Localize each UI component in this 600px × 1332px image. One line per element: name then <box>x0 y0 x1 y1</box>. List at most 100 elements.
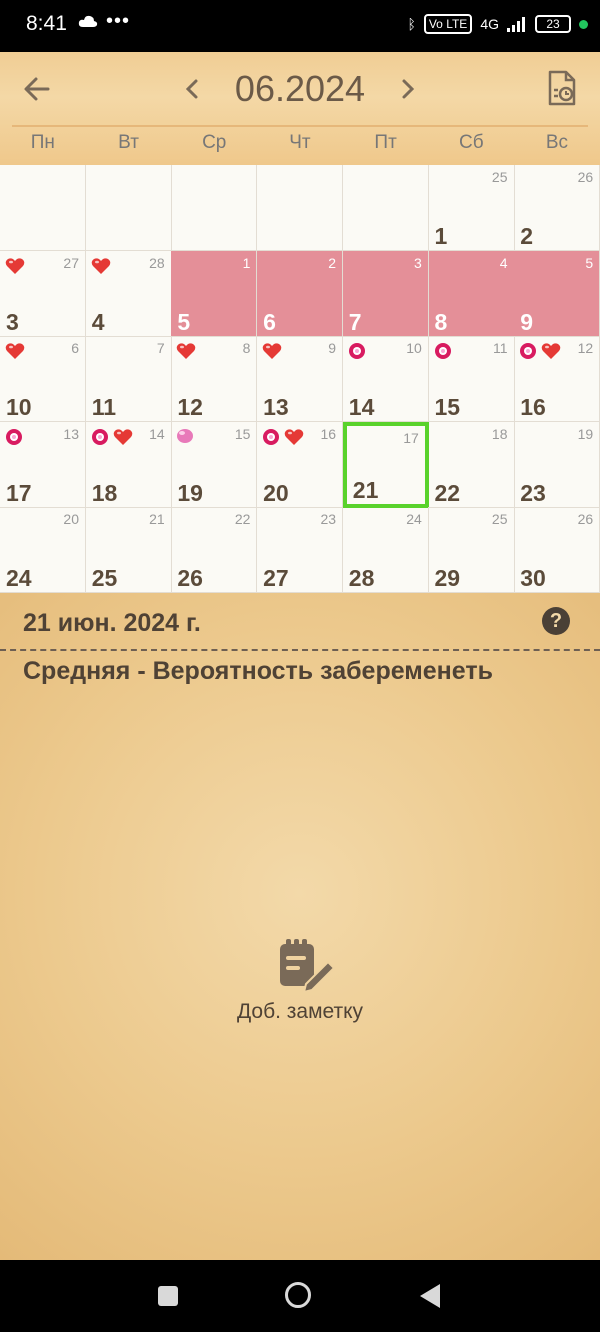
calendar-day[interactable] <box>85 165 172 251</box>
privacy-dot-icon <box>579 19 588 29</box>
month-title[interactable]: 06.2024 <box>210 68 390 110</box>
calendar-day[interactable]: 18 22 <box>428 421 515 508</box>
day-number: 7 <box>348 308 362 335</box>
day-icons <box>5 342 25 360</box>
calendar-day[interactable]: 11 15 <box>428 336 515 423</box>
flower-icon <box>520 343 537 360</box>
day-number: 15 <box>434 394 461 421</box>
calendar-day[interactable]: 59 <box>514 250 600 337</box>
day-number: 4 <box>91 308 105 335</box>
calendar-day[interactable]: 9 13 <box>257 336 344 423</box>
cycle-day-number: 20 <box>63 511 79 528</box>
home-button[interactable] <box>285 1282 311 1308</box>
day-number: 12 <box>177 394 203 421</box>
cycle-day-number: 11 <box>492 340 508 357</box>
weekday-label: Пн <box>30 132 55 153</box>
calendar-day[interactable]: 19 23 <box>514 421 600 508</box>
cycle-day-number: 16 <box>320 425 337 442</box>
system-nav-bar <box>0 1260 600 1332</box>
calendar-day[interactable]: 24 28 <box>342 507 429 594</box>
day-number: 9 <box>520 308 533 335</box>
day-number: 11 <box>91 394 117 421</box>
cycle-day-number: 18 <box>491 425 508 442</box>
calendar-day[interactable]: 16 20 <box>257 421 344 508</box>
calendar-day[interactable] <box>171 165 258 251</box>
help-icon[interactable]: ? <box>542 607 570 635</box>
add-note-label[interactable]: Доб. заметку <box>0 1000 600 1024</box>
calendar-day[interactable]: 15 19 <box>171 421 258 508</box>
signal-icon <box>507 17 525 32</box>
day-icons <box>91 257 111 275</box>
calendar-day[interactable]: 20 24 <box>0 507 86 594</box>
weekday-label: Вс <box>545 132 569 153</box>
back-button[interactable] <box>420 1284 440 1308</box>
calendar-day[interactable]: 25 1 <box>428 165 515 251</box>
report-icon[interactable] <box>546 70 578 106</box>
calendar-day[interactable]: 10 14 <box>342 336 429 423</box>
calendar-day[interactable]: 25 29 <box>428 507 515 594</box>
cycle-day-number: 3 <box>414 254 422 271</box>
cycle-day-number: 13 <box>63 425 79 442</box>
cycle-day-number: 8 <box>242 340 251 357</box>
cycle-day-number: 1 <box>242 254 251 271</box>
cycle-day-number: 12 <box>577 340 594 357</box>
cycle-day-number: 27 <box>63 254 79 271</box>
cycle-day-number: 2 <box>328 254 337 271</box>
calendar-day[interactable]: 13 17 <box>0 421 86 508</box>
calendar-day[interactable]: 22 26 <box>171 507 258 594</box>
heart-icon <box>284 429 304 445</box>
heart-icon <box>91 257 110 274</box>
day-icons <box>262 428 304 446</box>
calendar-day[interactable] <box>0 165 86 251</box>
day-number: 1 <box>434 223 448 249</box>
cycle-day-number: 21 <box>149 511 165 528</box>
calendar-day[interactable]: 12 16 <box>514 336 600 423</box>
calendar-day[interactable] <box>257 165 344 251</box>
heart-icon <box>541 343 561 360</box>
back-arrow-icon[interactable] <box>22 74 52 104</box>
calendar-header: 06.2024 Пн Вт Ср Чт Пт Сб Вс <box>0 52 600 165</box>
calendar-day[interactable]: 26 2 <box>514 165 600 251</box>
cycle-day-number: 15 <box>234 425 251 442</box>
day-icons <box>519 342 561 360</box>
cycle-day-number: 19 <box>577 425 594 442</box>
ovulation-icon <box>177 428 194 443</box>
add-note-icon[interactable] <box>276 936 336 996</box>
prev-month-icon[interactable] <box>180 76 206 102</box>
recents-button[interactable] <box>158 1286 178 1306</box>
day-number: 20 <box>263 479 289 506</box>
day-icons <box>434 342 452 360</box>
day-number: 19 <box>177 479 203 506</box>
calendar-day[interactable]: 48 <box>428 250 515 337</box>
calendar-day[interactable]: 23 27 <box>257 507 344 594</box>
calendar-day[interactable]: 6 10 <box>0 336 86 423</box>
calendar-day[interactable]: 28 4 <box>85 250 172 337</box>
day-number: 13 <box>263 394 289 421</box>
calendar-day[interactable]: 7 11 <box>85 336 172 423</box>
heart-icon <box>113 429 132 445</box>
next-month-icon[interactable] <box>394 76 420 102</box>
cycle-day-number: 5 <box>585 254 594 271</box>
calendar-day[interactable]: 15 <box>171 250 258 337</box>
calendar-day[interactable]: 26 <box>257 250 344 337</box>
calendar-day[interactable]: 26 30 <box>514 507 600 594</box>
calendar-day[interactable]: 8 12 <box>171 336 258 423</box>
calendar-day[interactable]: 27 3 <box>0 250 86 337</box>
heart-icon <box>262 343 282 360</box>
calendar-day[interactable] <box>342 165 429 251</box>
day-number: 21 <box>352 476 379 503</box>
calendar-day-selected[interactable]: 17 21 <box>342 421 429 508</box>
flower-icon <box>91 428 108 445</box>
cycle-day-number: 26 <box>577 511 594 528</box>
cycle-day-number: 7 <box>156 340 165 357</box>
cycle-day-number: 25 <box>491 169 508 185</box>
calendar-day[interactable]: 14 18 <box>85 421 172 508</box>
weekday-label: Чт <box>289 132 311 153</box>
calendar-day[interactable]: 37 <box>342 250 429 337</box>
cycle-day-number: 24 <box>406 511 422 528</box>
day-number: 3 <box>6 308 19 335</box>
flower-icon <box>6 428 22 445</box>
day-icons <box>262 342 282 360</box>
calendar-day[interactable]: 21 25 <box>85 507 172 594</box>
cycle-day-number: 17 <box>403 429 419 446</box>
